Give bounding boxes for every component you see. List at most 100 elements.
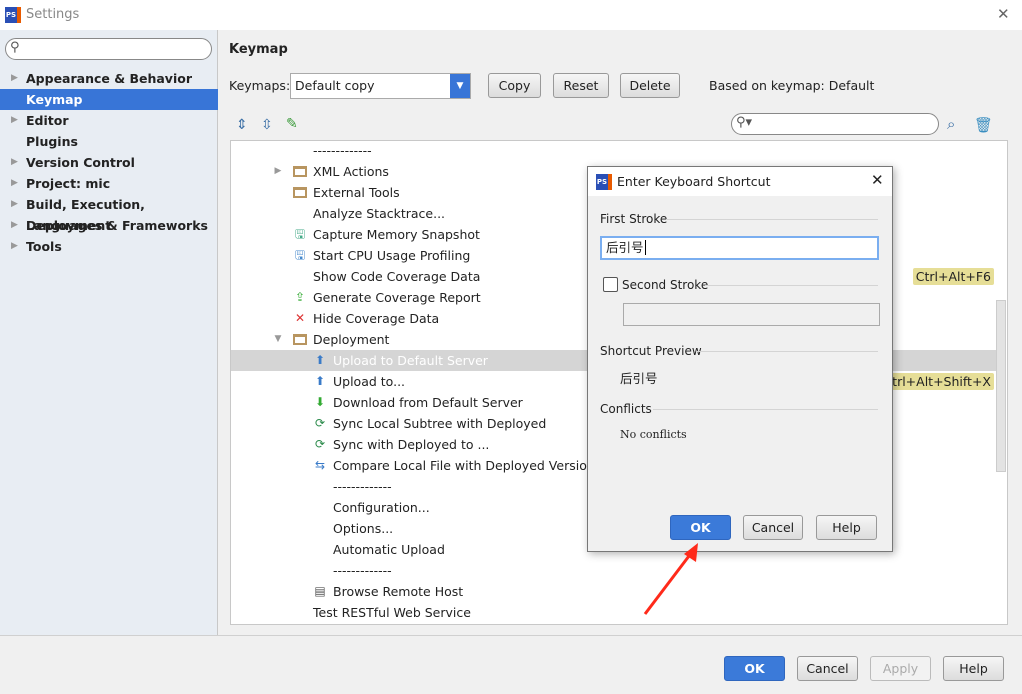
expand-all-icon[interactable]: ⇕ — [236, 117, 248, 133]
expander-arrow-icon[interactable]: ▶ — [271, 164, 285, 178]
based-on-label: Based on keymap: Default — [709, 78, 875, 93]
sidebar-item-label: Version Control — [26, 155, 135, 170]
find-by-shortcut-icon[interactable]: ⌕ — [947, 115, 955, 133]
enter-shortcut-dialog: PS Enter Keyboard Shortcut ✕ First Strok… — [587, 166, 893, 552]
copy-button[interactable]: Copy — [488, 73, 541, 98]
conflicts-value: No conflicts — [620, 428, 687, 441]
memory-icon: 🖫 — [294, 227, 306, 241]
first-stroke-value: 后引号 — [606, 240, 644, 255]
shortcut-badge: Ctrl+Alt+Shift+X — [880, 373, 994, 390]
first-stroke-input[interactable]: 后引号 — [600, 236, 879, 260]
divider — [0, 635, 1022, 636]
tree-row-label: Start CPU Usage Profiling — [313, 248, 471, 263]
search-icon: ⚲▾ — [736, 115, 753, 130]
settings-search-input[interactable]: ⚲ — [5, 38, 212, 60]
dialog-cancel-button[interactable]: Cancel — [743, 515, 803, 540]
delete-button[interactable]: Delete — [620, 73, 680, 98]
expand-arrow-icon[interactable]: ▶ — [11, 194, 18, 215]
tree-scrollbar[interactable] — [996, 300, 1006, 472]
edit-pencil-icon[interactable]: ✎ — [286, 116, 298, 132]
close-icon[interactable]: ✕ — [871, 171, 884, 189]
sync-icon: ⟳ — [314, 437, 326, 451]
sidebar-item-keymap[interactable]: Keymap — [0, 89, 218, 110]
sidebar-item-build-execution-deployment[interactable]: ▶ Build, Execution, Deployment — [0, 194, 218, 233]
help-button[interactable]: Help — [943, 656, 1004, 681]
expand-arrow-icon[interactable]: ▶ — [11, 236, 18, 257]
expand-arrow-icon[interactable]: ▶ — [11, 68, 18, 89]
chevron-down-icon[interactable]: ▼ — [450, 74, 470, 98]
app-logo-icon: PS — [5, 7, 21, 23]
tree-row-label: External Tools — [313, 185, 400, 200]
tree-row-label: Sync Local Subtree with Deployed — [333, 416, 547, 431]
tree-row[interactable]: Test RESTful Web Service — [231, 602, 996, 623]
close-icon[interactable]: ✕ — [997, 5, 1010, 23]
collapse-all-icon[interactable]: ⇳ — [261, 117, 273, 133]
sidebar-item-project-mic[interactable]: ▶ Project: mic — [0, 173, 218, 194]
sidebar-item-label: Appearance & Behavior — [26, 71, 192, 86]
keymap-filter-input[interactable]: ⚲▾ — [731, 113, 939, 135]
expand-arrow-icon[interactable]: ▶ — [11, 215, 18, 236]
tree-row-label: Generate Coverage Report — [313, 290, 481, 305]
tree-row-label: Upload to... — [333, 374, 406, 389]
keymap-select-value: Default copy — [295, 78, 375, 93]
sidebar-item-label: Editor — [26, 113, 69, 128]
second-stroke-checkbox[interactable] — [603, 277, 618, 292]
tree-row-label: Capture Memory Snapshot — [313, 227, 480, 242]
dialog-help-button[interactable]: Help — [816, 515, 877, 540]
folder-icon — [293, 334, 307, 345]
tree-row-label: Configuration... — [333, 500, 430, 515]
expander-arrow-icon[interactable]: ▼ — [271, 332, 285, 346]
tree-row[interactable]: ------------- — [231, 140, 996, 161]
sidebar-item-editor[interactable]: ▶ Editor — [0, 110, 218, 131]
upload-icon: ⬆ — [314, 353, 326, 367]
tree-row[interactable]: ------------- — [231, 560, 996, 581]
trash-icon[interactable]: 🗑 — [974, 116, 993, 134]
tree-row-label: ------------- — [333, 563, 392, 578]
tree-row-label: Show Code Coverage Data — [313, 269, 481, 284]
tree-row-label: Download from Default Server — [333, 395, 523, 410]
sidebar-item-plugins[interactable]: Plugins — [0, 131, 218, 152]
tree-row[interactable]: ▤ Browse Remote Host — [231, 581, 996, 602]
close-icon: ✕ — [294, 311, 306, 325]
sidebar-item-appearance-behavior[interactable]: ▶ Appearance & Behavior — [0, 68, 218, 89]
cancel-button[interactable]: Cancel — [797, 656, 858, 681]
sidebar-item-label: Project: mic — [26, 176, 111, 191]
tree-row-label: Automatic Upload — [333, 542, 445, 557]
expand-arrow-icon[interactable]: ▶ — [11, 110, 18, 131]
sidebar-item-label: Languages & Frameworks — [26, 218, 208, 233]
compare-icon: ⇆ — [314, 458, 326, 472]
divider — [705, 285, 878, 286]
cpu-icon: 🖫 — [294, 248, 306, 262]
title-bar — [0, 0, 1022, 30]
window-title: Settings — [26, 7, 80, 22]
tree-row-label: ------------- — [313, 143, 372, 158]
tree-row-label: Hide Coverage Data — [313, 311, 440, 326]
expand-arrow-icon[interactable]: ▶ — [11, 152, 18, 173]
sync-icon: ⟳ — [314, 416, 326, 430]
sidebar-item-version-control[interactable]: ▶ Version Control — [0, 152, 218, 173]
shortcut-preview-value: 后引号 — [620, 371, 658, 386]
report-icon: ⇪ — [294, 290, 306, 304]
sidebar-item-label: Plugins — [26, 134, 78, 149]
tree-row-label: Deployment — [313, 332, 390, 347]
second-stroke-input[interactable] — [623, 303, 880, 326]
reset-button[interactable]: Reset — [553, 73, 609, 98]
folder-icon — [293, 166, 307, 177]
tree-row-label: Browse Remote Host — [333, 584, 464, 599]
expand-arrow-icon[interactable]: ▶ — [11, 173, 18, 194]
divider — [653, 409, 878, 410]
divider — [696, 351, 878, 352]
sidebar-item-label: Keymap — [26, 92, 83, 107]
divider — [666, 219, 878, 220]
folder-icon — [293, 187, 307, 198]
tree-row-label: Test RESTful Web Service — [313, 605, 471, 620]
sidebar-item-languages-frameworks[interactable]: ▶ Languages & Frameworks — [0, 215, 218, 236]
tree-row-label: ------------- — [333, 479, 392, 494]
apply-button[interactable]: Apply — [870, 656, 931, 681]
keymap-select[interactable]: Default copy ▼ — [290, 73, 471, 99]
keymaps-label: Keymaps: — [229, 78, 291, 93]
ok-button[interactable]: OK — [724, 656, 785, 681]
second-stroke-label: Second Stroke — [622, 278, 709, 292]
sidebar-item-tools[interactable]: ▶ Tools — [0, 236, 218, 257]
dialog-ok-button[interactable]: OK — [670, 515, 731, 540]
